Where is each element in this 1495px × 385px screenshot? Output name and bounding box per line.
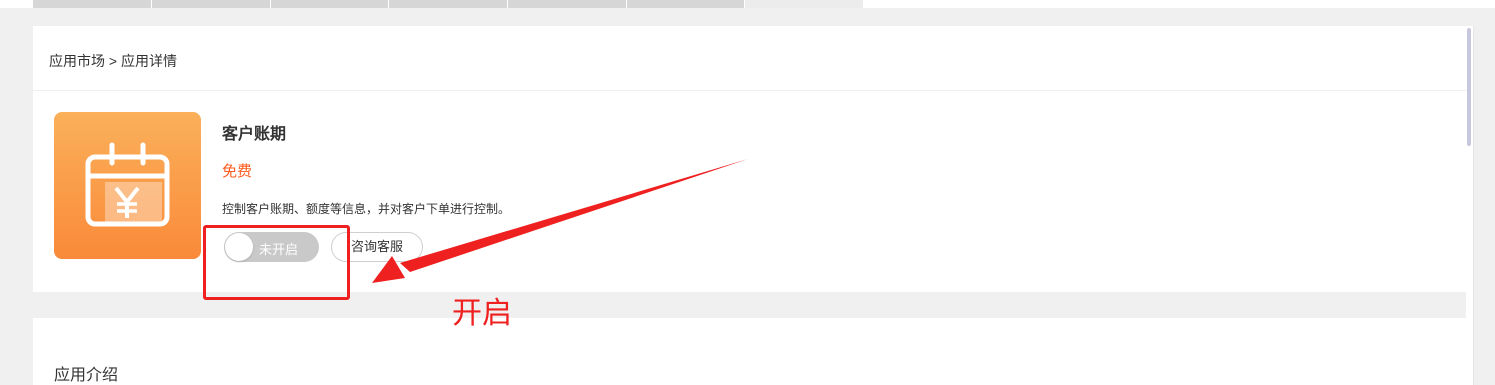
app-price: 免费 bbox=[222, 163, 253, 180]
breadcrumb: 应用市场 > 应用详情 bbox=[49, 53, 177, 69]
left-gutter bbox=[0, 8, 16, 385]
calendar-yen-icon bbox=[54, 112, 201, 259]
top-tab-strip bbox=[0, 0, 1495, 8]
top-tab[interactable] bbox=[389, 0, 508, 8]
divider bbox=[33, 90, 1467, 91]
top-tab[interactable] bbox=[508, 0, 627, 8]
top-tab[interactable] bbox=[271, 0, 389, 8]
annotation-highlight-box bbox=[203, 225, 350, 300]
app-description: 控制客户账期、额度等信息，并对客户下单进行控制。 bbox=[222, 202, 511, 216]
section-title: 应用介绍 bbox=[54, 367, 119, 384]
top-tab[interactable] bbox=[33, 0, 152, 8]
annotation-label: 开启 bbox=[452, 297, 512, 330]
top-tab-active[interactable] bbox=[745, 0, 864, 8]
top-tab[interactable] bbox=[152, 0, 271, 8]
scrollbar-thumb[interactable] bbox=[1467, 28, 1471, 146]
top-tab[interactable] bbox=[627, 0, 745, 8]
app-detail-panel: 应用市场 > 应用详情 客户账期 免费 控制客户账期、额度等信息，并对客户下单进… bbox=[33, 26, 1474, 385]
app-name: 客户账期 bbox=[222, 126, 287, 143]
